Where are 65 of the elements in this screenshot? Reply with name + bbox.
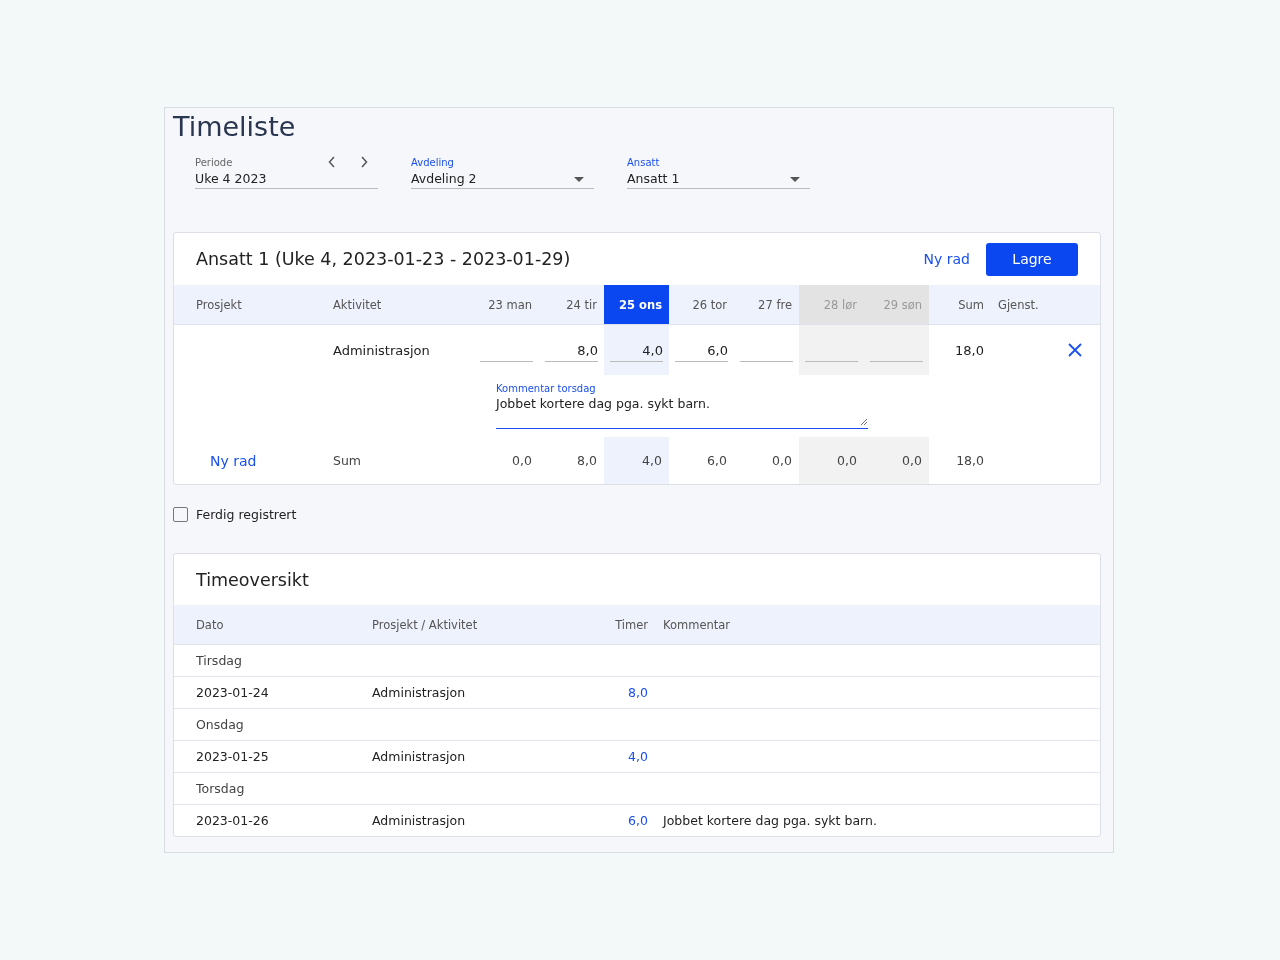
total-sum: 18,0 <box>955 452 985 470</box>
field-value: Ansatt 1 <box>627 171 680 186</box>
chevron-right-icon[interactable] <box>360 156 368 168</box>
column-header: Aktivitet <box>332 296 383 314</box>
day-total: 0,0 <box>864 437 929 484</box>
field-value: Avdeling 2 <box>411 171 477 186</box>
hours-input[interactable]: 8,0 <box>545 338 598 362</box>
date-cell-text: 2023-01-25 <box>195 748 270 766</box>
resize-grip-icon[interactable] <box>860 418 868 426</box>
row-sum: 18,0 <box>954 341 985 360</box>
new-row-link[interactable]: Ny rad <box>210 452 257 469</box>
page-title: Timeliste <box>173 110 297 142</box>
sum-label: Sum <box>332 452 363 470</box>
field-value: Uke 4 2023 <box>195 171 267 186</box>
column-header: Timer <box>614 616 648 634</box>
activity-cell-text: Administrasjon <box>371 812 467 830</box>
day-total: 8,0 <box>576 452 598 470</box>
hours-link[interactable]: 6,0 <box>628 813 648 828</box>
column-header: Kommentar <box>662 616 732 634</box>
hours-link[interactable]: 4,0 <box>628 749 648 764</box>
date-cell-text: 2023-01-26 <box>195 812 270 830</box>
field-label: Ansatt <box>627 157 660 168</box>
day-column-header[interactable]: 25 ons <box>604 285 669 324</box>
card-title: Timeoversikt <box>196 569 310 590</box>
card-title: Ansatt 1 (Uke 4, 2023-01-23 - 2023-01-29) <box>196 249 572 269</box>
field-label: Periode <box>195 157 233 168</box>
day-total: 4,0 <box>604 437 669 484</box>
checkbox-label: Ferdig registrert <box>196 507 297 522</box>
comment-cell: Jobbet kortere dag pga. sykt barn. <box>663 813 877 828</box>
day-column-header[interactable]: 26 tor <box>669 285 734 324</box>
day-group-label: Tirsdag <box>195 652 243 670</box>
column-header: Gjenst. <box>997 296 1040 314</box>
activity-cell-text: Administrasjon <box>332 341 431 360</box>
day-total: 0,0 <box>771 452 793 470</box>
save-button[interactable]: Lagre <box>986 242 1078 276</box>
hours-link[interactable]: 8,0 <box>628 685 648 700</box>
comment-field[interactable]: Kommentar torsdag Jobbet kortere dag pga. sykt barn. <box>496 383 868 429</box>
day-column-header[interactable]: 24 tir <box>539 285 604 324</box>
day-total: 0,0 <box>799 437 864 484</box>
column-header: Sum <box>957 296 985 314</box>
activity-cell-text: Administrasjon <box>371 684 467 702</box>
period-field[interactable]: Periode Uke 4 2023 <box>195 155 378 189</box>
day-column-header[interactable]: 23 man <box>474 285 539 324</box>
caret-icon <box>574 177 584 182</box>
field-label: Kommentar torsdag <box>496 383 597 394</box>
close-icon[interactable] <box>1067 343 1082 357</box>
field-value: Jobbet kortere dag pga. sykt barn. <box>496 396 711 411</box>
select-field[interactable]: Avdeling Avdeling 2 <box>411 155 594 189</box>
caret-icon <box>790 177 800 182</box>
day-group-label: Onsdag <box>195 716 245 734</box>
activity-cell-text: Administrasjon <box>371 748 467 766</box>
column-header: Prosjekt <box>195 296 243 314</box>
checkbox[interactable] <box>173 507 188 522</box>
hours-input[interactable]: 6,0 <box>675 338 728 362</box>
select-field[interactable]: Ansatt Ansatt 1 <box>627 155 810 189</box>
column-header: Prosjekt / Aktivitet <box>371 616 479 634</box>
column-header: Dato <box>195 616 225 634</box>
date-cell-text: 2023-01-24 <box>195 684 270 702</box>
new-row-link[interactable]: Ny rad <box>923 251 970 267</box>
day-total: 6,0 <box>706 452 728 470</box>
day-total: 0,0 <box>511 452 533 470</box>
field-label: Avdeling <box>411 157 454 168</box>
day-column-header[interactable]: 27 fre <box>734 285 799 324</box>
chevron-left-icon[interactable] <box>328 156 336 168</box>
day-group-label: Torsdag <box>195 780 246 798</box>
